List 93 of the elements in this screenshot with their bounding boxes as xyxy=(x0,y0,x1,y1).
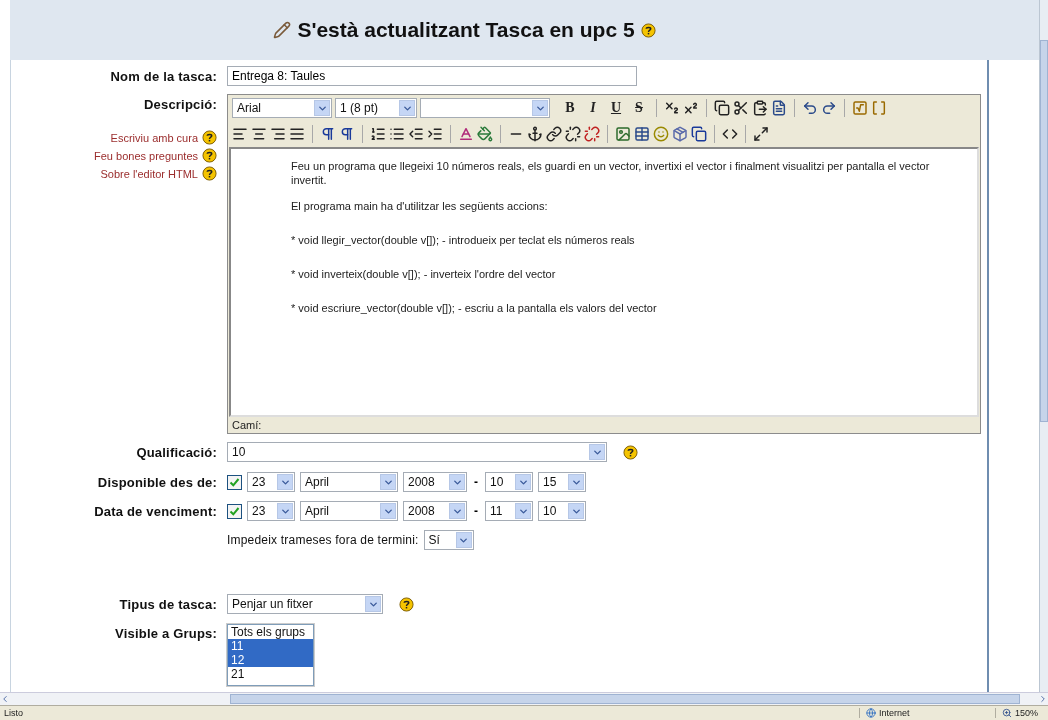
numbered-list-icon[interactable] xyxy=(370,126,386,142)
field-label: Impedeix trameses fora de termini: xyxy=(227,533,419,547)
fill-color-icon[interactable] xyxy=(477,126,493,142)
format-button[interactable]: I xyxy=(583,98,603,118)
document-icon[interactable] xyxy=(771,100,787,116)
grade-select[interactable]: 10 xyxy=(227,442,607,462)
text-color-icon[interactable] xyxy=(458,126,474,142)
separator: - xyxy=(474,504,478,518)
globe-icon xyxy=(865,708,876,718)
field-label: Tipus de tasca: xyxy=(118,596,217,614)
month-select[interactable]: April xyxy=(300,501,398,521)
superscript-icon[interactable] xyxy=(683,100,699,116)
list-option[interactable]: 11 xyxy=(228,639,313,653)
paragraph: * void escriure_vector(double v[]); - escriu a la pantalla els valors del vector xyxy=(291,301,658,315)
day-select[interactable]: 23 xyxy=(247,472,295,492)
help-icon[interactable] xyxy=(202,166,217,181)
page-title: S'està actualitzant Tasca en upc 5 xyxy=(297,18,635,42)
zoom-icon xyxy=(1001,708,1012,718)
align-left-icon[interactable] xyxy=(232,126,248,142)
radical-icon[interactable] xyxy=(852,100,868,116)
field-label: Descripció: xyxy=(144,96,217,112)
font-select[interactable]: Arial xyxy=(232,98,332,118)
group-listbox[interactable]: Tots els grups 11 12 21 xyxy=(227,624,314,686)
pencil-icon xyxy=(273,21,292,39)
help-icon[interactable] xyxy=(623,444,638,460)
pilcrow-icon[interactable] xyxy=(339,126,355,142)
paste-icon[interactable] xyxy=(752,100,768,116)
undo-icon[interactable] xyxy=(802,100,818,116)
paragraph: * void inverteix(double v[]); - inverteix l'ordre del vector xyxy=(291,267,557,281)
indent-icon[interactable] xyxy=(427,126,443,142)
scroll-right-icon[interactable] xyxy=(1038,694,1048,704)
help-icon[interactable] xyxy=(399,596,414,612)
help-icon[interactable] xyxy=(202,148,217,163)
copy-icon[interactable] xyxy=(714,100,730,116)
year-select[interactable]: 2008 xyxy=(403,472,467,492)
format-button[interactable]: S xyxy=(629,98,649,118)
unlink-icon[interactable] xyxy=(565,126,581,142)
format-button[interactable]: B xyxy=(560,98,580,118)
task-type-select[interactable]: Penjar un fitxer xyxy=(227,594,383,614)
align-center-icon[interactable] xyxy=(251,126,267,142)
vertical-scrollbar[interactable] xyxy=(1039,0,1048,692)
format-button[interactable]: U xyxy=(606,98,626,118)
help-icon[interactable] xyxy=(640,22,656,38)
checkbox[interactable] xyxy=(227,474,242,490)
year-select[interactable]: 2008 xyxy=(403,501,467,521)
size-select[interactable]: 1 (8 pt) xyxy=(335,98,417,118)
zone-text: Internet xyxy=(878,708,911,718)
field-label: Data de venciment: xyxy=(93,503,217,521)
smiley-icon[interactable] xyxy=(653,126,669,142)
redo-icon[interactable] xyxy=(821,100,837,116)
help-link[interactable]: Sobre l'editor HTML xyxy=(100,167,198,180)
field-label: Qualificació: xyxy=(135,444,217,462)
scroll-left-icon[interactable] xyxy=(0,694,10,704)
pilcrow-icon[interactable] xyxy=(320,126,336,142)
status-text: Listo xyxy=(4,708,24,718)
minute-select[interactable]: 15 xyxy=(538,472,586,492)
align-justify-icon[interactable] xyxy=(289,126,305,142)
field-label: Visible a Grups: xyxy=(114,625,217,643)
cut-icon[interactable] xyxy=(733,100,749,116)
day-select[interactable]: 23 xyxy=(247,501,295,521)
field-label: Nom de la tasca: xyxy=(109,68,217,86)
month-select[interactable]: April xyxy=(300,472,398,492)
list-option[interactable]: 12 xyxy=(228,653,313,667)
outdent-icon[interactable] xyxy=(408,126,424,142)
code-icon[interactable] xyxy=(722,126,738,142)
separator: - xyxy=(474,475,478,489)
input-field[interactable]: Entrega 8: Taules xyxy=(227,66,637,86)
checkbox[interactable] xyxy=(227,503,242,519)
anchor-icon[interactable] xyxy=(527,126,543,142)
box-icon[interactable] xyxy=(672,126,688,142)
late-select[interactable]: Sí xyxy=(423,530,474,550)
paragraph: Feu un programa que llegeixi 10 números reals, els guardi en un vector, invertixi el vector i finalment visualitzi per pantalla el vector invertit. xyxy=(291,159,931,187)
align-right-icon[interactable] xyxy=(270,126,286,142)
bullet-list-icon[interactable] xyxy=(389,126,405,142)
brackets-icon[interactable] xyxy=(871,100,887,116)
help-link[interactable]: Escriviu amb cura xyxy=(110,131,198,144)
link-icon[interactable] xyxy=(546,126,562,142)
paragraph: El programa main ha d'utilitzar les següents accions: xyxy=(291,199,549,213)
minute-select[interactable]: 10 xyxy=(538,501,586,521)
hour-select[interactable]: 10 xyxy=(485,472,533,492)
path-label: Camí: xyxy=(231,418,263,433)
editor-area[interactable] xyxy=(229,147,979,417)
fullscreen-icon[interactable] xyxy=(753,126,769,142)
subscript-icon[interactable] xyxy=(664,100,680,116)
table-icon[interactable] xyxy=(634,126,650,142)
zoom-level[interactable]: 150% xyxy=(1014,708,1038,718)
help-icon[interactable] xyxy=(202,130,217,145)
image-icon[interactable] xyxy=(615,126,631,142)
help-link[interactable]: Feu bones preguntes xyxy=(94,149,198,162)
horizontal-scrollbar[interactable] xyxy=(0,692,1048,705)
hour-select[interactable]: 11 xyxy=(485,501,533,521)
field-label: Disponible des de: xyxy=(96,474,217,492)
paragraph: * void llegir_vector(double v[]); - introdueix per teclat els números reals xyxy=(291,233,636,247)
